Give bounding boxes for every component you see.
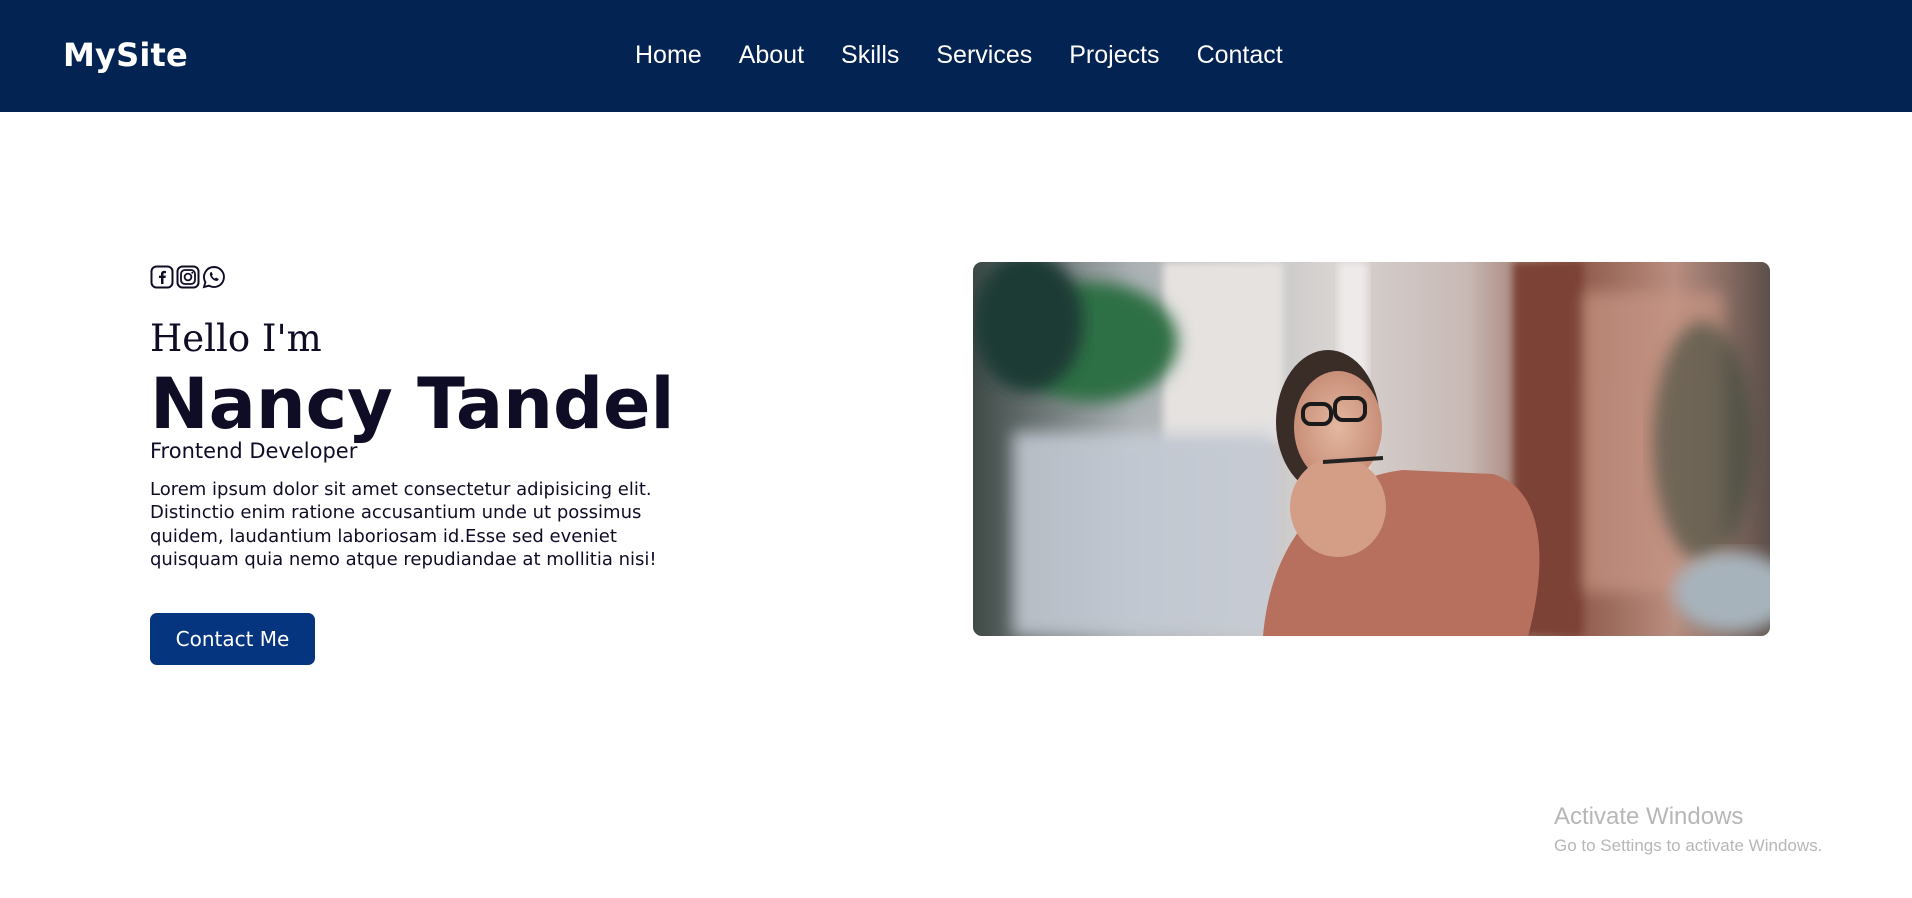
nav-links: Home About Skills Services Projects Cont… bbox=[635, 40, 1320, 70]
contact-me-button[interactable]: Contact Me bbox=[150, 613, 315, 665]
watermark-title: Activate Windows bbox=[1554, 803, 1744, 830]
whatsapp-icon[interactable] bbox=[202, 265, 226, 289]
nav-link-skills[interactable]: Skills bbox=[841, 40, 899, 70]
hero-role: Frontend Developer bbox=[150, 439, 358, 463]
hero-bio: Lorem ipsum dolor sit amet consectetur a… bbox=[150, 479, 657, 570]
social-links bbox=[150, 265, 226, 289]
nav-link-services[interactable]: Services bbox=[936, 40, 1032, 70]
hero-name: Nancy Tandel bbox=[150, 363, 675, 445]
facebook-icon[interactable] bbox=[150, 265, 174, 289]
nav-link-contact[interactable]: Contact bbox=[1197, 40, 1283, 70]
watermark-subtitle: Go to Settings to activate Windows. bbox=[1554, 836, 1823, 855]
navbar: MySite Home About Skills Services Projec… bbox=[0, 0, 1912, 112]
nav-link-home[interactable]: Home bbox=[635, 40, 702, 70]
windows-activation-watermark: Activate Windows Go to Settings to activ… bbox=[1554, 802, 1822, 857]
instagram-icon[interactable] bbox=[176, 265, 200, 289]
nav-link-about[interactable]: About bbox=[739, 40, 804, 70]
site-logo[interactable]: MySite bbox=[63, 36, 188, 74]
hero-image bbox=[973, 262, 1770, 636]
hero-greeting: Hello I'm bbox=[150, 317, 322, 360]
nav-link-projects[interactable]: Projects bbox=[1069, 40, 1159, 70]
